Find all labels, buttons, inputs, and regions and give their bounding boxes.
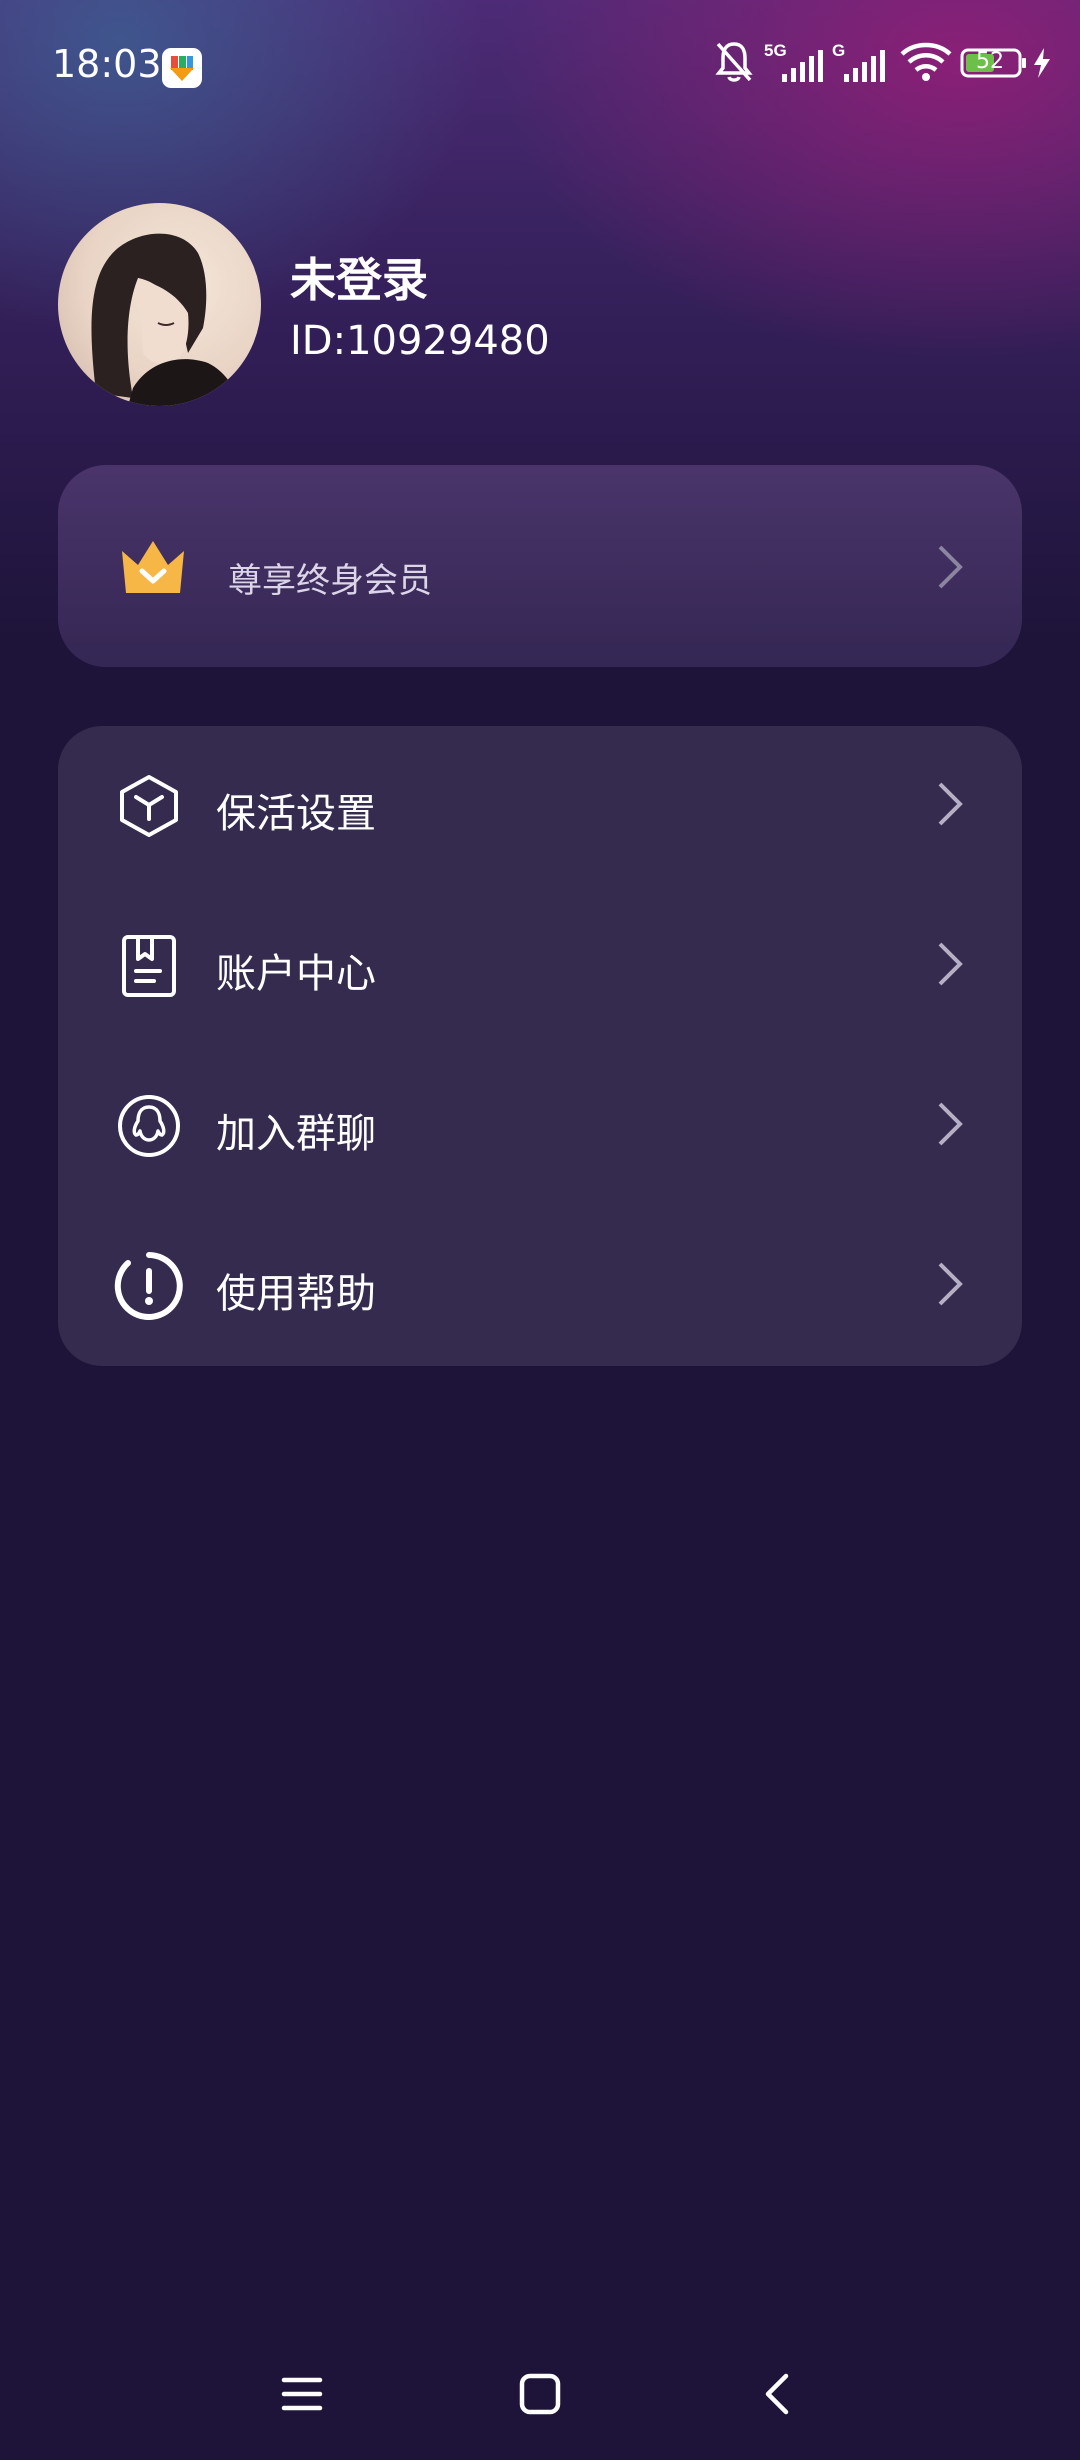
wifi-icon	[900, 42, 952, 81]
qq-penguin-icon	[118, 1095, 180, 1157]
battery-level: 52	[976, 49, 1004, 74]
chevron-right-icon	[938, 942, 963, 986]
cube-icon	[120, 775, 178, 837]
status-time: 18:03	[52, 42, 162, 86]
status-bar: 18:03 5G G 52	[0, 0, 1080, 130]
chevron-right-icon	[938, 1102, 963, 1146]
chevron-right-icon	[938, 545, 963, 589]
menu-item-label: 账户中心	[216, 951, 376, 997]
app-notification-icon	[162, 48, 202, 88]
charging-icon	[1034, 48, 1050, 78]
menu-icon[interactable]	[280, 2372, 324, 2416]
menu-item-help[interactable]: 使用帮助	[58, 1206, 1022, 1366]
chevron-right-icon	[938, 1262, 963, 1306]
svg-text:G: G	[832, 41, 845, 60]
vip-membership-card[interactable]: 尊享终身会员	[58, 465, 1022, 667]
account-book-icon	[122, 935, 176, 997]
menu-item-keepalive[interactable]: 保活设置	[58, 726, 1022, 886]
menu-item-join-group[interactable]: 加入群聊	[58, 1046, 1022, 1206]
navigation-bar	[0, 2340, 1080, 2460]
menu-item-label: 使用帮助	[216, 1271, 376, 1317]
menu-item-account[interactable]: 账户中心	[58, 886, 1022, 1046]
mute-bell-icon	[715, 42, 753, 82]
signal-icon-2: G	[832, 41, 885, 82]
settings-menu: 保活设置 账户中心 加入群聊 使用帮助	[58, 726, 1022, 1366]
menu-item-label: 加入群聊	[216, 1111, 376, 1157]
signal-icon: 5G	[764, 41, 823, 82]
network-label-5g: 5G	[764, 41, 787, 60]
battery-icon: 52	[960, 48, 1026, 78]
back-icon[interactable]	[756, 2372, 800, 2416]
help-alert-icon	[114, 1252, 183, 1320]
profile-name[interactable]: 未登录	[290, 244, 428, 310]
menu-item-label: 保活设置	[216, 791, 376, 837]
profile-id: ID:10929480	[290, 318, 550, 364]
chevron-right-icon	[938, 782, 963, 826]
home-icon[interactable]	[518, 2372, 562, 2416]
crown-icon	[122, 541, 184, 593]
vip-label: 尊享终身会员	[228, 561, 432, 601]
avatar[interactable]	[58, 203, 261, 406]
